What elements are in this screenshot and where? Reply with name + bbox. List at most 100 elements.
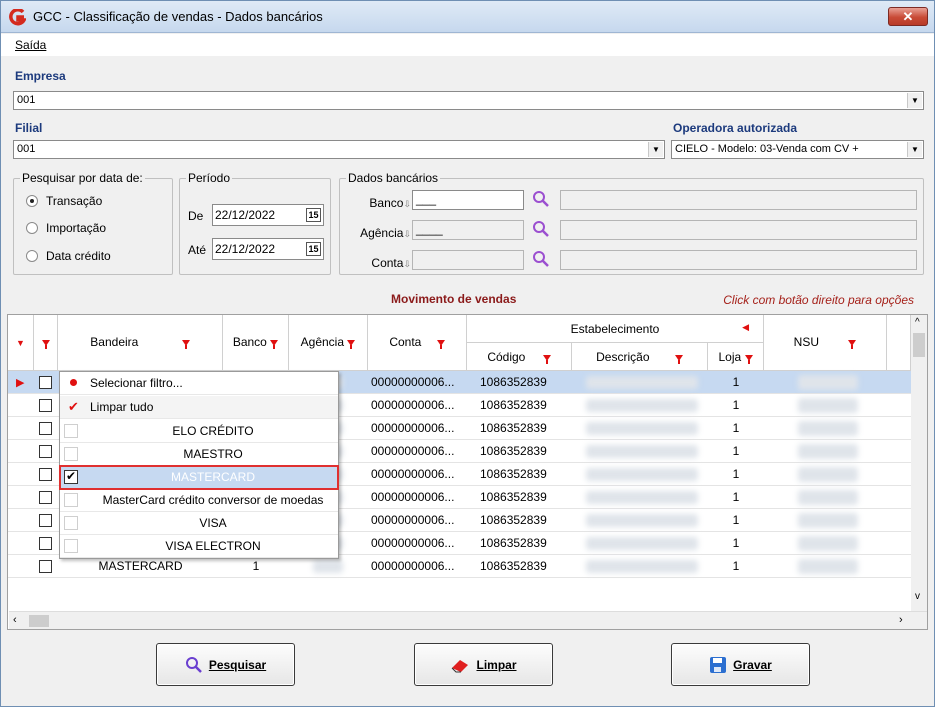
cell-codigo: 1086352839 bbox=[480, 444, 547, 458]
filter-icon[interactable] bbox=[270, 339, 279, 349]
header-banco[interactable]: Banco bbox=[223, 315, 289, 371]
cell-descricao-redacted bbox=[586, 560, 698, 573]
calendar-icon[interactable]: 15 bbox=[306, 242, 321, 256]
chevron-down-icon[interactable]: v bbox=[915, 591, 920, 602]
filter-option[interactable]: VISA ELECTRON bbox=[60, 535, 338, 558]
limpar-button[interactable]: Limpar bbox=[414, 643, 553, 686]
header-codigo[interactable]: Código bbox=[467, 343, 572, 371]
radio-icon bbox=[26, 250, 38, 262]
row-checkbox[interactable] bbox=[39, 491, 52, 504]
header-conta[interactable]: Conta bbox=[368, 315, 467, 371]
filter-icon[interactable] bbox=[848, 339, 857, 349]
operadora-select[interactable]: CIELO - Modelo: 03-Venda com CV + ▼ bbox=[671, 140, 924, 159]
conta-input[interactable] bbox=[412, 250, 524, 270]
search-icon[interactable] bbox=[532, 250, 550, 268]
filter-icon[interactable] bbox=[181, 339, 190, 349]
gravar-button-label: Gravar bbox=[733, 657, 772, 672]
dados-bancarios-group: Dados bancários Banco⇩ ___ Agência⇩ ____… bbox=[339, 171, 924, 275]
row-checkbox[interactable] bbox=[39, 560, 52, 573]
chevron-right-icon[interactable]: › bbox=[899, 614, 903, 626]
agencia-input[interactable]: ____ bbox=[412, 220, 524, 240]
row-checkbox[interactable] bbox=[39, 514, 52, 527]
cell-descricao-redacted bbox=[586, 399, 698, 412]
filter-option[interactable]: MAESTRO bbox=[60, 443, 338, 466]
header-filter[interactable] bbox=[34, 315, 58, 371]
chevron-down-icon[interactable]: ▼ bbox=[648, 142, 663, 157]
checkbox-icon[interactable] bbox=[64, 447, 78, 461]
vertical-scrollbar[interactable]: ^ v bbox=[911, 315, 927, 611]
chevron-down-icon[interactable]: ▼ bbox=[907, 142, 922, 157]
radio-data-credito[interactable]: Data crédito bbox=[26, 249, 111, 263]
chevron-left-icon[interactable]: ◀ bbox=[742, 322, 749, 333]
scroll-thumb[interactable] bbox=[29, 615, 49, 627]
checkbox-icon[interactable] bbox=[64, 424, 78, 438]
radio-transacao[interactable]: Transação bbox=[26, 194, 102, 208]
search-icon[interactable] bbox=[532, 220, 550, 238]
cell-loja: 1 bbox=[732, 375, 740, 389]
calendar-icon[interactable]: 15 bbox=[306, 208, 321, 222]
conta-label: Conta⇩ bbox=[348, 256, 411, 270]
header-bandeira[interactable]: Bandeira bbox=[58, 315, 223, 371]
filter-icon[interactable] bbox=[436, 339, 445, 349]
filter-option[interactable]: ELO CRÉDITO bbox=[60, 420, 338, 443]
row-checkbox[interactable] bbox=[39, 468, 52, 481]
checkbox-checked-icon[interactable]: ✔ bbox=[64, 469, 78, 484]
header-descricao[interactable]: Descrição bbox=[572, 343, 708, 371]
radio-icon bbox=[26, 222, 38, 234]
close-button[interactable]: ✕ bbox=[888, 7, 928, 26]
chevron-down-icon[interactable]: ▼ bbox=[907, 93, 922, 108]
popup-select-filter[interactable]: Selecionar filtro... bbox=[60, 372, 338, 395]
row-checkbox[interactable] bbox=[39, 537, 52, 550]
cell-codigo: 1086352839 bbox=[480, 513, 547, 527]
cell-descricao-redacted bbox=[586, 445, 698, 458]
save-icon bbox=[710, 656, 727, 673]
filter-icon[interactable] bbox=[744, 354, 753, 364]
banco-input[interactable]: ___ bbox=[412, 190, 524, 210]
filter-option[interactable]: VISA bbox=[60, 512, 338, 535]
menu-bar: Saída bbox=[1, 34, 934, 56]
filter-icon[interactable] bbox=[347, 339, 356, 349]
row-checkbox[interactable] bbox=[39, 445, 52, 458]
ate-date-field[interactable]: 22/12/2022 15 bbox=[212, 238, 324, 260]
ate-date-value: 22/12/2022 bbox=[215, 242, 276, 256]
checkbox-icon[interactable] bbox=[64, 539, 78, 553]
popup-select-filter-label: Selecionar filtro... bbox=[90, 376, 183, 390]
gravar-button[interactable]: Gravar bbox=[671, 643, 810, 686]
radio-importacao[interactable]: Importação bbox=[26, 221, 106, 235]
checkbox-icon[interactable] bbox=[64, 493, 78, 507]
banco-descricao-field bbox=[560, 190, 917, 210]
cell-descricao-redacted bbox=[586, 468, 698, 481]
row-checkbox[interactable] bbox=[39, 399, 52, 412]
ate-label: Até bbox=[188, 243, 207, 257]
de-date-field[interactable]: 22/12/2022 15 bbox=[212, 204, 324, 226]
filter-icon[interactable] bbox=[542, 354, 551, 364]
cell-nsu-redacted bbox=[798, 398, 858, 413]
pesquisar-button[interactable]: Pesquisar bbox=[156, 643, 295, 686]
filial-select[interactable]: 001 ▼ bbox=[13, 140, 665, 159]
cell-nsu-redacted bbox=[798, 513, 858, 528]
chevron-left-icon[interactable]: ‹ bbox=[13, 614, 17, 626]
scroll-thumb[interactable] bbox=[913, 333, 925, 357]
operadora-value: CIELO - Modelo: 03-Venda com CV + bbox=[675, 143, 859, 155]
header-agencia[interactable]: Agência bbox=[289, 315, 368, 371]
app-logo-icon bbox=[9, 9, 26, 26]
cell-nsu-redacted bbox=[798, 375, 858, 390]
filter-option[interactable]: ✔ MASTERCARD bbox=[59, 465, 339, 490]
header-expand[interactable]: ▼ bbox=[8, 315, 34, 371]
cell-nsu-redacted bbox=[798, 467, 858, 482]
empresa-select[interactable]: 001 ▼ bbox=[13, 91, 924, 110]
menu-saida[interactable]: Saída bbox=[15, 38, 46, 52]
checkbox-icon[interactable] bbox=[64, 516, 78, 530]
chevron-up-icon[interactable]: ^ bbox=[915, 317, 920, 328]
search-icon[interactable] bbox=[532, 190, 550, 208]
header-estabelecimento[interactable]: Estabelecimento ◀ bbox=[467, 315, 764, 343]
row-checkbox[interactable] bbox=[39, 422, 52, 435]
row-checkbox[interactable] bbox=[39, 376, 52, 389]
filter-icon[interactable] bbox=[674, 354, 683, 364]
menu-saida-label: Saída bbox=[15, 38, 47, 52]
horizontal-scrollbar[interactable]: ‹ › bbox=[9, 611, 927, 629]
popup-clear-all[interactable]: ✔ Limpar tudo bbox=[60, 396, 338, 419]
header-nsu[interactable]: NSU bbox=[764, 315, 887, 371]
header-loja[interactable]: Loja bbox=[708, 343, 764, 371]
filter-option[interactable]: MasterCard crédito conversor de moedas bbox=[60, 489, 338, 512]
